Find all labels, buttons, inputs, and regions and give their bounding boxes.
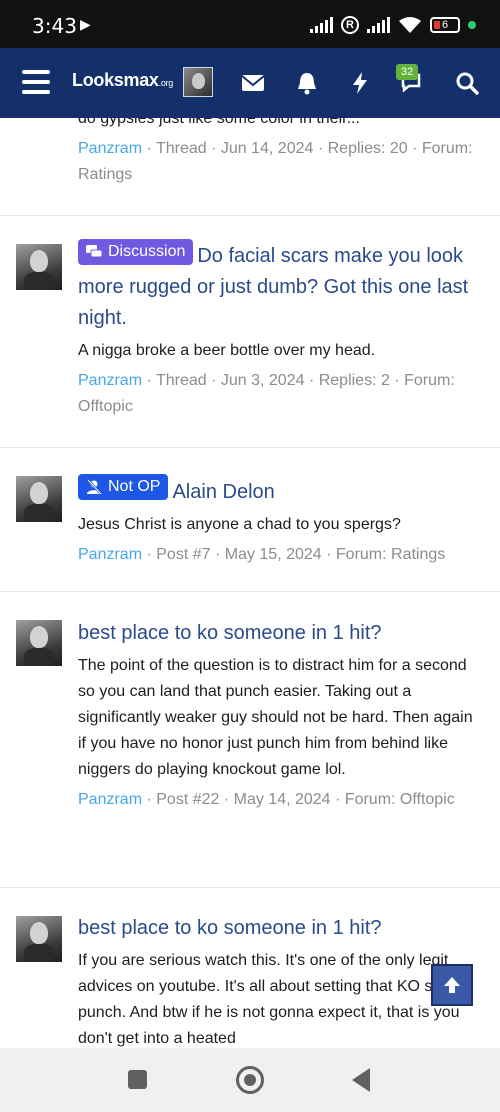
avatar[interactable] <box>16 476 62 522</box>
result-meta: Panzram · Post #7 · May 15, 2024 · Forum… <box>78 542 484 568</box>
media-play-icon: ▶ <box>80 16 91 32</box>
search-result[interactable]: Discussion Do facial scars make you look … <box>0 216 500 448</box>
username-link[interactable]: Panzram <box>78 140 142 157</box>
meta-details: · Post #22 · May 14, 2024 · Forum: Offto… <box>142 791 455 808</box>
search-result[interactable]: Not OP Alain Delon Jesus Christ is anyone… <box>0 448 500 592</box>
username-link[interactable]: Panzram <box>78 546 142 563</box>
scroll-to-top-button[interactable] <box>431 964 473 1006</box>
menu-icon[interactable] <box>22 70 50 94</box>
app-header: Looksmax.org 32 <box>0 48 500 118</box>
discussion-label: Discussion <box>78 239 194 265</box>
lightning-icon[interactable] <box>347 70 373 96</box>
battery-level: 6 <box>441 19 449 31</box>
label-text: Not OP <box>108 478 161 495</box>
search-result[interactable]: best place to ko someone in 1 hit? If yo… <box>0 888 500 1048</box>
conversations-badge: 32 <box>396 64 418 80</box>
bell-icon[interactable] <box>294 70 320 96</box>
avatar[interactable] <box>16 244 62 290</box>
avatar[interactable] <box>16 620 62 666</box>
system-nav-bar <box>0 1048 500 1112</box>
label-text: Discussion <box>108 243 186 260</box>
result-snippet: do gypsies just like some color in their… <box>78 118 360 127</box>
result-snippet: If you are serious watch this. It's one … <box>78 952 472 1047</box>
result-snippet: A nigga broke a beer bottle over my head… <box>78 342 376 359</box>
signal-icon-2 <box>367 17 390 33</box>
site-logo[interactable]: Looksmax.org <box>72 70 173 91</box>
account-avatar[interactable] <box>183 67 213 97</box>
result-meta: Panzram · Thread · Jun 3, 2024 · Replies… <box>78 368 484 420</box>
status-icons: R 6 <box>310 14 476 36</box>
result-snippet: The point of the question is to distract… <box>78 657 473 778</box>
battery-icon: 6 <box>430 17 460 33</box>
signal-icon <box>310 17 333 33</box>
meta-details: · Post #7 · May 15, 2024 · Forum: Rating… <box>142 546 446 563</box>
roaming-icon: R <box>341 16 359 34</box>
result-title[interactable]: Not OP Alain Delon <box>78 474 484 508</box>
recents-button[interactable] <box>128 1070 147 1089</box>
result-title[interactable]: best place to ko someone in 1 hit? <box>78 618 484 649</box>
search-results: do gypsies just like some color in their… <box>0 118 500 1048</box>
result-meta: Panzram · Thread · Jun 14, 2024 · Replie… <box>78 136 484 188</box>
user-slash-icon <box>87 479 102 495</box>
search-result[interactable]: best place to ko someone in 1 hit? The p… <box>0 592 500 888</box>
arrow-up-icon <box>444 977 460 993</box>
back-button[interactable] <box>352 1068 370 1092</box>
avatar[interactable] <box>16 916 62 962</box>
home-button[interactable] <box>236 1066 264 1094</box>
envelope-icon[interactable] <box>240 70 266 96</box>
result-title[interactable]: Discussion Do facial scars make you look … <box>78 239 484 334</box>
not-op-label: Not OP <box>78 474 169 500</box>
status-time: 3:43 <box>32 14 77 38</box>
logo-main: Looksmax <box>72 70 159 90</box>
chat-bubbles-icon <box>86 245 102 258</box>
result-meta: Panzram · Post #22 · May 14, 2024 · Foru… <box>78 787 484 813</box>
username-link[interactable]: Panzram <box>78 372 142 389</box>
search-result: do gypsies just like some color in their… <box>0 118 500 216</box>
username-link[interactable]: Panzram <box>78 791 142 808</box>
result-title[interactable]: best place to ko someone in 1 hit? <box>78 913 484 944</box>
search-icon[interactable] <box>454 70 480 96</box>
result-snippet: Jesus Christ is anyone a chad to you spe… <box>78 516 401 533</box>
privacy-indicator-icon <box>468 21 476 29</box>
logo-sub: .org <box>158 78 174 88</box>
title-text: Alain Delon <box>172 481 275 503</box>
wifi-icon <box>399 17 421 33</box>
status-bar: 3:43 ▶ R 6 <box>0 0 500 48</box>
